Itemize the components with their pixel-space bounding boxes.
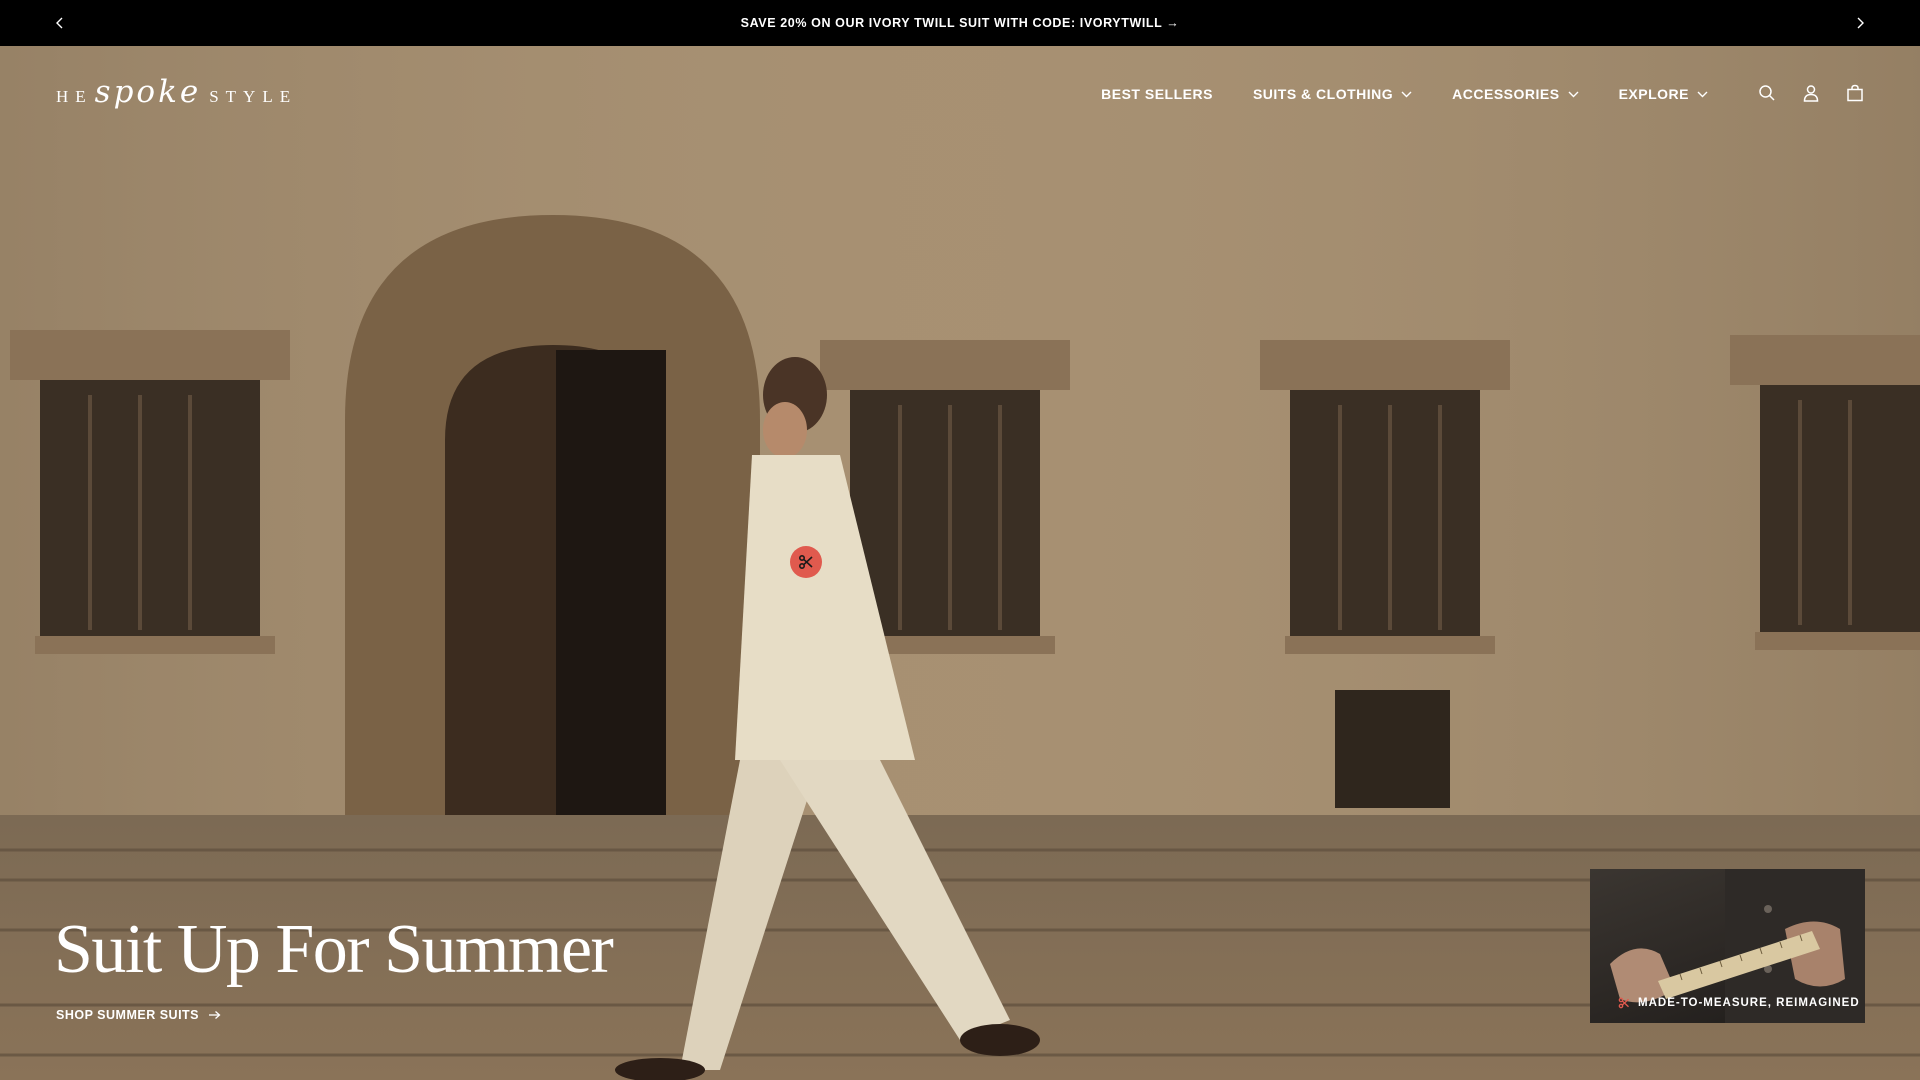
nav-label: ACCESSORIES [1452,86,1560,102]
main-nav: BEST SELLERS SUITS & CLOTHING ACCESSORIE… [1101,86,1708,102]
account-icon [1803,85,1819,102]
bag-icon [1847,84,1863,102]
chevron-right-icon [1857,17,1864,29]
nav-best-sellers[interactable]: BEST SELLERS [1101,86,1213,102]
site-header: HE spoke STYLE BEST SELLERS SUITS & CLOT… [0,46,1920,142]
chevron-left-icon [56,17,63,29]
announcement-next-button[interactable] [1848,11,1872,35]
logo-suffix: STYLE [209,87,298,106]
chevron-down-icon [1401,91,1412,97]
promo-card-label: MADE-TO-MEASURE, REIMAGINED [1638,997,1860,1009]
search-icon [1759,85,1775,101]
logo-prefix: HE [56,87,93,106]
chevron-down-icon [1568,91,1579,97]
nav-suits-clothing[interactable]: SUITS & CLOTHING [1253,86,1412,102]
header-icons [1758,84,1864,102]
search-button[interactable] [1758,84,1776,102]
announcement-bar: SAVE 20% ON OUR IVORY TWILL SUIT WITH CO… [0,0,1920,46]
cart-button[interactable] [1846,84,1864,102]
nav-label: EXPLORE [1618,86,1689,102]
announcement-text[interactable]: SAVE 20% ON OUR IVORY TWILL SUIT WITH CO… [741,16,1180,30]
arrow-right-icon [209,1011,221,1019]
chevron-down-icon [1697,91,1708,97]
announcement-prev-button[interactable] [48,11,72,35]
promo-card-caption: MADE-TO-MEASURE, REIMAGINED [1618,997,1860,1009]
nav-explore[interactable]: EXPLORE [1619,86,1708,102]
hero-headline: Suit Up For Summer [54,911,614,988]
scissors-icon [1618,997,1629,1009]
shop-summer-suits-link[interactable]: SHOP SUMMER SUITS [56,1008,221,1022]
nav-accessories[interactable]: ACCESSORIES [1452,86,1579,102]
site-logo[interactable]: HE spoke STYLE [56,74,297,110]
scissors-icon [798,554,813,570]
account-button[interactable] [1802,84,1820,102]
nav-label: BEST SELLERS [1101,86,1213,102]
logo-script: spoke [94,74,202,110]
shop-the-look-marker[interactable] [790,546,822,578]
nav-label: SUITS & CLOTHING [1252,86,1394,102]
cta-label: SHOP SUMMER SUITS [56,1008,200,1022]
made-to-measure-card[interactable]: MADE-TO-MEASURE, REIMAGINED [1590,869,1865,1023]
